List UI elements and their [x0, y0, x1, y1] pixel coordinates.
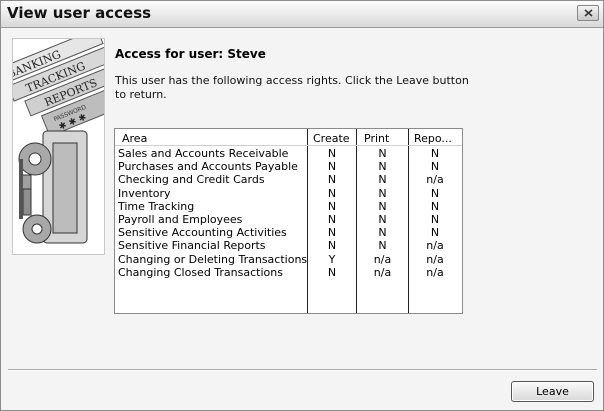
access-description: This user has the following access right…: [115, 74, 469, 101]
cell-reports: N: [430, 147, 440, 160]
cell-create: N: [327, 186, 337, 200]
table-row[interactable]: Changing Closed Transactions N n/a n/a: [115, 266, 462, 279]
leave-button-label: Leave: [536, 385, 569, 398]
cell-area: Payroll and Employees: [118, 212, 243, 226]
table-row[interactable]: Time Tracking N N N: [115, 200, 462, 213]
cell-reports: N: [430, 160, 440, 174]
close-icon: [584, 9, 593, 17]
cell-area: Purchases and Accounts Payable: [118, 160, 298, 174]
cell-area: Checking and Credit Cards: [118, 173, 265, 187]
cell-create: N: [327, 239, 337, 253]
cell-create: N: [327, 199, 337, 213]
access-logo-image: BANKING TRACKING REPORTS PASSWORD ✱ ✱ ✱: [12, 38, 105, 255]
table-row[interactable]: Payroll and Employees N N N: [115, 213, 462, 226]
table-row[interactable]: Sensitive Financial Reports N N n/a: [115, 239, 462, 252]
table-row[interactable]: Inventory N N N: [115, 187, 462, 200]
cell-print: N: [378, 147, 387, 160]
cell-area: Sensitive Financial Reports: [118, 239, 266, 253]
cell-reports: N: [430, 199, 440, 213]
cell-print: N: [378, 239, 387, 253]
table-row[interactable]: Sensitive Accounting Activities N N N: [115, 226, 462, 239]
cell-area: Time Tracking: [118, 199, 195, 213]
column-header-area[interactable]: Area: [122, 132, 147, 145]
cell-print: N: [378, 226, 387, 240]
column-header-print[interactable]: Print: [364, 132, 389, 145]
cell-area: Changing or Deleting Transactions: [118, 252, 308, 266]
button-area-divider: [8, 369, 597, 371]
cell-area: Inventory: [118, 186, 171, 200]
cell-print: N: [378, 199, 387, 213]
cell-reports: n/a: [426, 173, 444, 187]
column-header-reports[interactable]: Repo...: [414, 132, 452, 145]
cell-print: N: [378, 173, 387, 187]
close-button[interactable]: [577, 5, 599, 21]
cell-reports: n/a: [426, 252, 444, 266]
title-bar[interactable]: View user access: [1, 1, 603, 28]
table-body: Sales and Accounts Receivable N N N Purc…: [115, 147, 462, 279]
cell-area: Sensitive Accounting Activities: [118, 226, 287, 240]
user-access-heading: Access for user: Steve: [115, 47, 266, 61]
view-user-access-dialog: View user access BANKING TRACKING REPORT…: [0, 0, 604, 411]
window-title: View user access: [7, 4, 152, 22]
table-row[interactable]: Checking and Credit Cards N N n/a: [115, 173, 462, 186]
cell-create: Y: [328, 252, 336, 266]
cell-area: Sales and Accounts Receivable: [118, 147, 289, 160]
cell-create: N: [327, 212, 337, 226]
column-header-create[interactable]: Create: [313, 132, 350, 145]
table-row[interactable]: Purchases and Accounts Payable N N N: [115, 160, 462, 173]
leave-button[interactable]: Leave: [511, 381, 594, 402]
cell-reports: N: [430, 226, 440, 240]
cell-print: N: [378, 186, 387, 200]
cell-create: N: [327, 173, 337, 187]
cell-reports: N: [430, 212, 440, 226]
header-divider: [115, 145, 462, 146]
cell-create: N: [327, 265, 337, 279]
cell-reports: n/a: [426, 239, 444, 253]
cell-print: n/a: [373, 252, 392, 266]
cell-create: N: [327, 160, 337, 174]
cell-create: N: [327, 226, 337, 240]
cell-reports: n/a: [426, 265, 444, 279]
table-row[interactable]: Changing or Deleting Transactions Y n/a …: [115, 253, 462, 266]
cell-reports: N: [430, 186, 440, 200]
cell-area: Changing Closed Transactions: [118, 265, 283, 279]
cell-print: n/a: [373, 265, 392, 279]
cell-print: N: [378, 212, 387, 226]
access-rights-table[interactable]: Area Create Print Repo... Sales and Acco…: [114, 128, 463, 314]
cell-create: N: [327, 147, 337, 160]
cell-print: N: [378, 160, 387, 174]
table-row[interactable]: Sales and Accounts Receivable N N N: [115, 147, 462, 160]
